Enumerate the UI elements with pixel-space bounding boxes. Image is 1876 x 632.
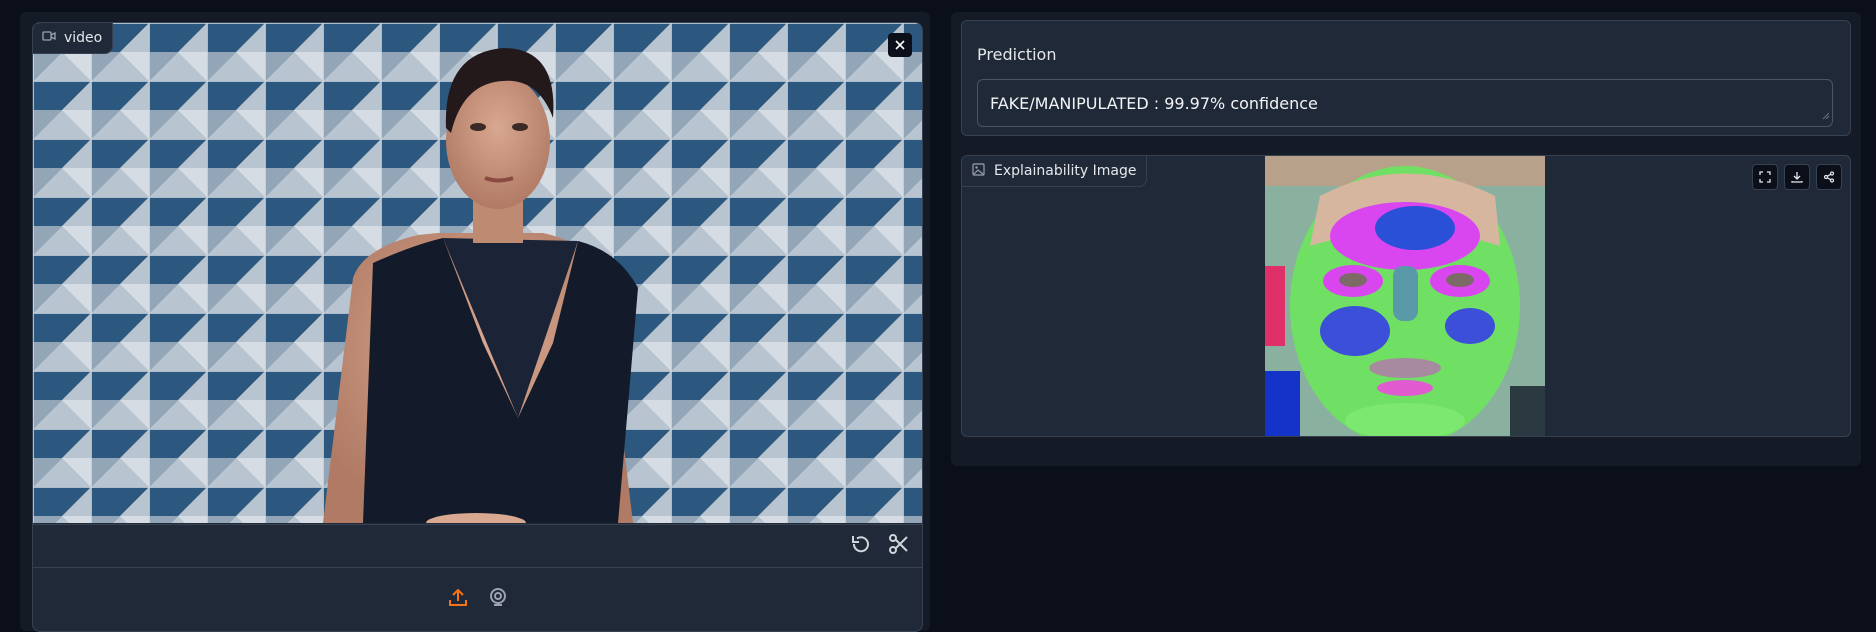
fullscreen-icon <box>1759 168 1771 187</box>
video-camera-icon <box>42 30 56 46</box>
download-button[interactable] <box>1784 164 1810 190</box>
upload-icon <box>448 587 468 611</box>
video-input-block: video <box>32 22 923 632</box>
undo-icon <box>849 532 873 560</box>
fullscreen-button[interactable] <box>1752 164 1778 190</box>
trim-button[interactable] <box>886 533 912 559</box>
image-toolbar <box>1752 164 1842 190</box>
explainability-label-tag: Explainability Image <box>962 156 1148 187</box>
video-source-bar <box>33 567 922 631</box>
explainability-label-text: Explainability Image <box>994 163 1137 179</box>
undo-button[interactable] <box>848 533 874 559</box>
explainability-image-block: Explainability Image <box>961 155 1851 437</box>
upload-button[interactable] <box>445 586 471 612</box>
video-input-column: video <box>20 12 930 632</box>
download-icon <box>1791 168 1803 187</box>
webcam-icon <box>488 587 508 611</box>
resize-grip-icon[interactable] <box>1820 105 1830 124</box>
output-column: Prediction FAKE/MANIPULATED : 99.97% con… <box>951 12 1861 466</box>
clear-video-button[interactable] <box>888 33 912 57</box>
explainability-heatmap-image[interactable] <box>1265 156 1545 436</box>
webcam-button[interactable] <box>485 586 511 612</box>
prediction-block: Prediction FAKE/MANIPULATED : 99.97% con… <box>961 20 1851 136</box>
close-icon <box>894 36 906 55</box>
video-frame-image <box>33 23 922 523</box>
video-player[interactable]: video <box>33 23 922 523</box>
prediction-value: FAKE/MANIPULATED : 99.97% confidence <box>990 93 1318 113</box>
video-label-tag: video <box>33 23 114 54</box>
prediction-textbox[interactable]: FAKE/MANIPULATED : 99.97% confidence <box>977 79 1833 127</box>
video-trim-bar <box>33 524 922 568</box>
prediction-label: Prediction <box>977 45 1057 64</box>
share-icon <box>1823 168 1835 187</box>
share-button[interactable] <box>1816 164 1842 190</box>
video-label-text: video <box>64 30 103 46</box>
image-icon <box>972 162 985 180</box>
scissors-icon <box>887 532 911 560</box>
